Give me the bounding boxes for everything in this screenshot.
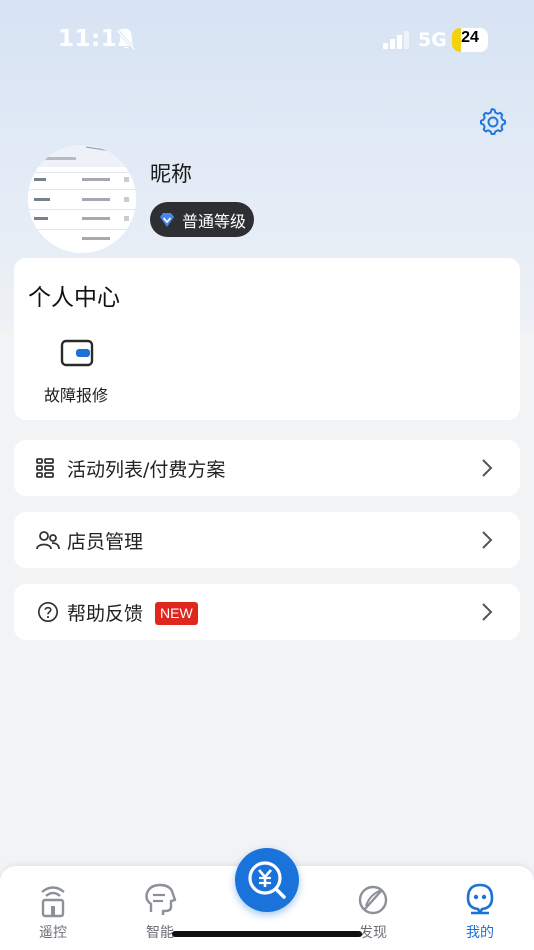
status-bar: 11:12 5G 24 xyxy=(0,0,534,80)
tab-mine-label: 我的 xyxy=(466,925,494,941)
fault-repair-item[interactable]: 故障报修 xyxy=(36,338,116,408)
diamond-icon xyxy=(160,212,174,227)
home-indicator xyxy=(172,931,362,937)
personal-center-card: 个人中心 故障报修 xyxy=(14,258,520,420)
help-icon xyxy=(38,602,58,622)
tab-remote-label: 遥控 xyxy=(39,925,67,941)
staff-icon xyxy=(36,531,60,550)
network-label: 5G xyxy=(418,29,447,51)
menu-row-staff-management[interactable]: 店员管理 xyxy=(14,512,520,568)
personal-center-title: 个人中心 xyxy=(28,285,120,311)
chevron-right-icon xyxy=(482,459,493,477)
smart-icon xyxy=(145,883,177,915)
discover-icon xyxy=(358,885,388,915)
help-feedback-label: 帮助反馈 xyxy=(67,603,144,625)
wallet-icon xyxy=(60,339,94,367)
signal-icon xyxy=(383,31,409,49)
list-icon xyxy=(36,458,54,478)
tab-smart[interactable]: 智能 xyxy=(120,878,200,948)
level-badge[interactable]: 普通等级 xyxy=(150,202,254,237)
gear-icon[interactable] xyxy=(478,107,506,135)
tab-remote[interactable]: 遥控 xyxy=(13,878,93,948)
new-badge: NEW xyxy=(155,602,198,625)
avatar-image xyxy=(28,145,136,253)
chevron-right-icon xyxy=(482,531,493,549)
menu-row-help-feedback[interactable]: 帮助反馈 NEW xyxy=(14,584,520,640)
fault-repair-label: 故障报修 xyxy=(43,386,108,405)
yuan-search-icon xyxy=(248,861,286,899)
menu-row-activity-list[interactable]: 活动列表/付费方案 xyxy=(14,440,520,496)
tab-mine[interactable]: 我的 xyxy=(440,878,520,948)
battery-percent: 24 xyxy=(461,29,479,46)
profile-icon xyxy=(466,883,494,915)
bell-mute-icon xyxy=(116,30,136,50)
avatar[interactable] xyxy=(28,145,136,253)
activity-list-label: 活动列表/付费方案 xyxy=(67,459,226,481)
battery-icon: 24 xyxy=(452,28,488,52)
staff-management-label: 店员管理 xyxy=(67,531,144,553)
chevron-right-icon xyxy=(482,603,493,621)
remote-icon xyxy=(41,886,65,918)
nickname[interactable]: 昵称 xyxy=(150,158,192,188)
level-label: 普通等级 xyxy=(182,211,247,231)
tab-discover[interactable]: 发现 xyxy=(333,878,413,948)
center-action-button[interactable] xyxy=(235,848,299,912)
